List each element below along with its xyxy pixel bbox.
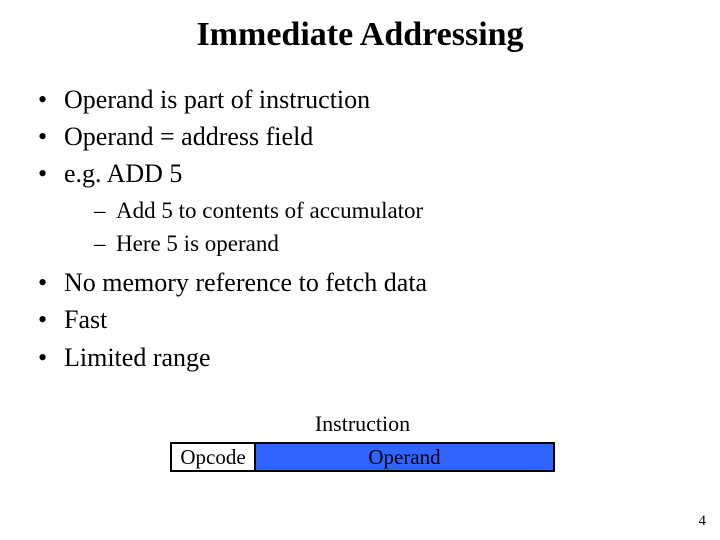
bullet-text: Fast: [64, 305, 107, 334]
list-item: No memory reference to fetch data: [30, 265, 690, 300]
list-item: Fast: [30, 302, 690, 337]
list-item: Limited range: [30, 340, 690, 375]
bullet-text: Operand is part of instruction: [64, 85, 370, 114]
list-item: Operand is part of instruction: [30, 82, 690, 117]
page-number: 4: [699, 513, 707, 530]
bullet-text: Operand = address field: [64, 122, 313, 151]
slide-title: Immediate Addressing: [0, 0, 720, 54]
diagram-label: Instruction: [170, 411, 555, 437]
operand-box: Operand: [256, 444, 553, 470]
sub-bullet-list: Add 5 to contents of accumulator Here 5 …: [64, 195, 690, 259]
list-item: Add 5 to contents of accumulator: [94, 195, 690, 226]
list-item: e.g. ADD 5 Add 5 to contents of accumula…: [30, 156, 690, 259]
list-item: Operand = address field: [30, 119, 690, 154]
bullet-text: No memory reference to fetch data: [64, 268, 427, 297]
bullet-text: e.g. ADD 5: [64, 159, 182, 188]
bullet-text: Add 5 to contents of accumulator: [116, 198, 423, 223]
diagram-boxes: Opcode Operand: [170, 442, 555, 472]
bullet-list: Operand is part of instruction Operand =…: [0, 82, 720, 375]
list-item: Here 5 is operand: [94, 228, 690, 259]
bullet-text: Here 5 is operand: [116, 231, 279, 256]
bullet-text: Limited range: [64, 343, 211, 372]
opcode-box: Opcode: [172, 444, 256, 470]
slide: Immediate Addressing Operand is part of …: [0, 0, 720, 540]
